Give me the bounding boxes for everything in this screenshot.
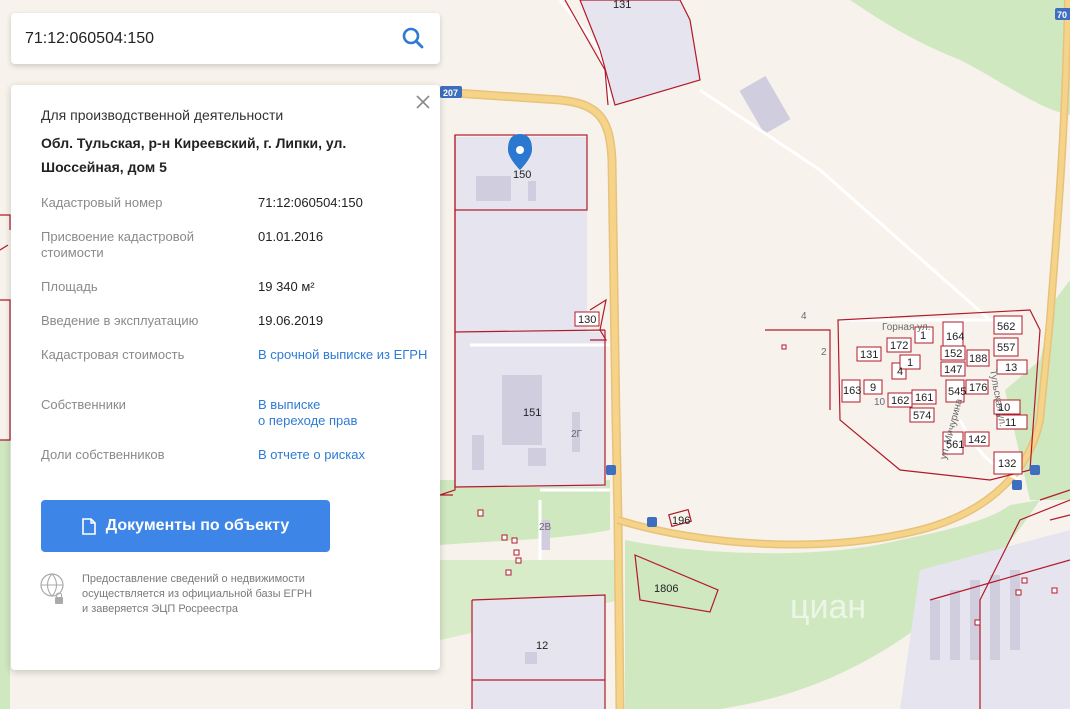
property-address: Обл. Тульская, р-н Киреевский, г. Липки,… <box>41 135 347 175</box>
search-icon <box>402 27 424 49</box>
parcel-label[interactable]: 12 <box>536 640 548 652</box>
forest-area <box>850 0 1070 115</box>
disclaimer-line: осуществляется из официальной базы ЕГРН <box>82 588 313 600</box>
svg-text:70: 70 <box>1057 10 1067 20</box>
owners-link-line: В выписке <box>258 397 321 412</box>
secure-globe-icon <box>40 573 64 604</box>
industrial-area <box>580 0 700 105</box>
parcel-label[interactable]: 150 <box>513 169 531 181</box>
svg-text:10: 10 <box>874 397 886 408</box>
svg-text:562: 562 <box>997 321 1015 333</box>
svg-text:13: 13 <box>1005 362 1017 374</box>
parcel-label[interactable]: 2 <box>821 347 827 358</box>
search-input[interactable] <box>23 24 387 54</box>
row-key: Кадастровая стоимость <box>41 347 185 362</box>
svg-text:188: 188 <box>969 353 987 365</box>
search-button[interactable] <box>400 25 426 51</box>
svg-text:1: 1 <box>920 330 926 342</box>
property-purpose: Для производственной деятельности <box>41 107 284 123</box>
search-box <box>11 13 440 64</box>
area-value: 19 340 м² <box>258 279 315 294</box>
svg-text:172: 172 <box>890 340 908 352</box>
commissioning-date: 19.06.2019 <box>258 313 324 328</box>
svg-text:561: 561 <box>946 439 964 451</box>
row-key: Доли собственников <box>41 447 165 462</box>
svg-text:574: 574 <box>913 410 931 422</box>
document-icon <box>81 517 96 535</box>
cadastral-number: 71:12:060504:150 <box>258 195 363 210</box>
parcel-label[interactable]: 130 <box>578 314 596 326</box>
disclaimer-line: и заверяется ЭЦП Росреестра <box>82 603 238 615</box>
svg-text:161: 161 <box>915 392 933 404</box>
road-shield: 70 <box>1055 8 1070 20</box>
svg-text:207: 207 <box>443 88 458 98</box>
parcel-label[interactable]: 2Г <box>571 429 583 440</box>
parcel-label[interactable]: 2В <box>539 522 552 533</box>
svg-text:10: 10 <box>998 402 1010 414</box>
watermark: циан <box>790 588 866 626</box>
svg-text:142: 142 <box>968 434 986 446</box>
row-key: Кадастровый номер <box>41 195 163 210</box>
disclaimer-line: Предоставление сведений о недвижимости <box>82 573 305 585</box>
svg-text:164: 164 <box>946 331 964 343</box>
svg-text:176: 176 <box>969 382 987 394</box>
svg-text:9: 9 <box>870 382 876 394</box>
row-key: Собственники <box>41 397 126 412</box>
row-key: Площадь <box>41 279 98 294</box>
svg-text:131: 131 <box>860 349 878 361</box>
industrial-area <box>472 595 605 709</box>
svg-text:11: 11 <box>1005 417 1016 429</box>
parcel-label[interactable]: 151 <box>523 407 541 419</box>
svg-text:545: 545 <box>948 386 966 398</box>
owner-shares-link[interactable]: В отчете о рисках <box>258 447 428 463</box>
svg-text:1: 1 <box>907 357 913 369</box>
close-button[interactable] <box>414 93 432 111</box>
documents-button[interactable]: Документы по объекту <box>41 500 330 552</box>
disclaimer-text: Предоставление сведений о недвижимости о… <box>82 572 342 617</box>
cadastral-value-link[interactable]: В срочной выписке из ЕГРН <box>258 347 428 363</box>
parcel-label[interactable]: 1806 <box>654 583 678 595</box>
property-info-panel: Для производственной деятельности Обл. Т… <box>11 85 440 670</box>
row-key: Введение в эксплуатацию <box>41 313 199 328</box>
close-icon <box>416 95 430 109</box>
svg-text:557: 557 <box>997 342 1015 354</box>
parcel-label[interactable]: 131 <box>613 0 631 11</box>
valuation-date: 01.01.2016 <box>258 229 324 244</box>
forest-area <box>0 440 10 709</box>
svg-text:163: 163 <box>843 385 861 397</box>
row-key: Присвоение кадастровой стоимости <box>41 229 195 260</box>
svg-text:4: 4 <box>897 366 903 378</box>
owners-link-line: о переходе прав <box>258 413 358 428</box>
documents-button-label: Документы по объекту <box>105 517 290 534</box>
svg-text:162: 162 <box>891 395 909 407</box>
svg-text:152: 152 <box>944 348 962 360</box>
parcel-label[interactable]: 196 <box>672 515 690 527</box>
svg-text:147: 147 <box>944 364 962 376</box>
road-shield: 207 <box>440 86 462 98</box>
parcel-label[interactable]: 4 <box>801 311 807 322</box>
owners-link[interactable]: В выписке о переходе прав <box>258 397 428 429</box>
svg-text:132: 132 <box>998 458 1016 470</box>
